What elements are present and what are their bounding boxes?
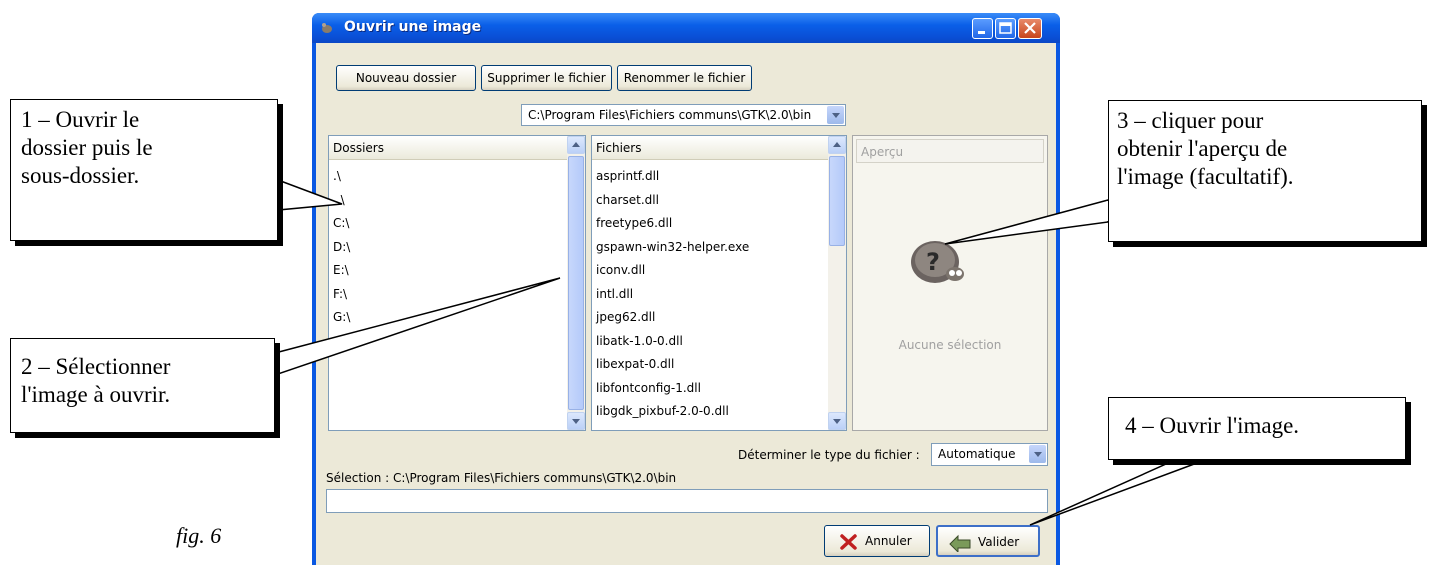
callout-1: 1 – Ouvrir le dossier puis le sous-dossi… bbox=[10, 99, 278, 241]
callout-3-line-1: 3 – cliquer pour bbox=[1117, 108, 1264, 133]
callout-2-line-2: l'image à ouvrir. bbox=[21, 382, 171, 407]
callout-3: 3 – cliquer pour obtenir l'aperçu de l'i… bbox=[1108, 100, 1422, 242]
callout-pointers bbox=[273, 178, 1206, 526]
callout-2: 2 – Sélectionner l'image à ouvrir. bbox=[10, 338, 275, 433]
callout-3-line-2: obtenir l'aperçu de bbox=[1117, 136, 1288, 161]
figure-label: fig. 6 bbox=[176, 523, 222, 548]
callout-2-line-1: 2 – Sélectionner bbox=[21, 354, 171, 379]
callout-1-line-1: 1 – Ouvrir le bbox=[21, 107, 140, 132]
callout-3-line-3: l'image (facultatif). bbox=[1117, 164, 1294, 189]
callout-1-line-3: sous-dossier. bbox=[21, 163, 140, 188]
callout-4-line-1: 4 – Ouvrir l'image. bbox=[1125, 413, 1300, 438]
callout-1-line-2: dossier puis le bbox=[21, 135, 153, 160]
callout-4: 4 – Ouvrir l'image. bbox=[1108, 397, 1406, 460]
